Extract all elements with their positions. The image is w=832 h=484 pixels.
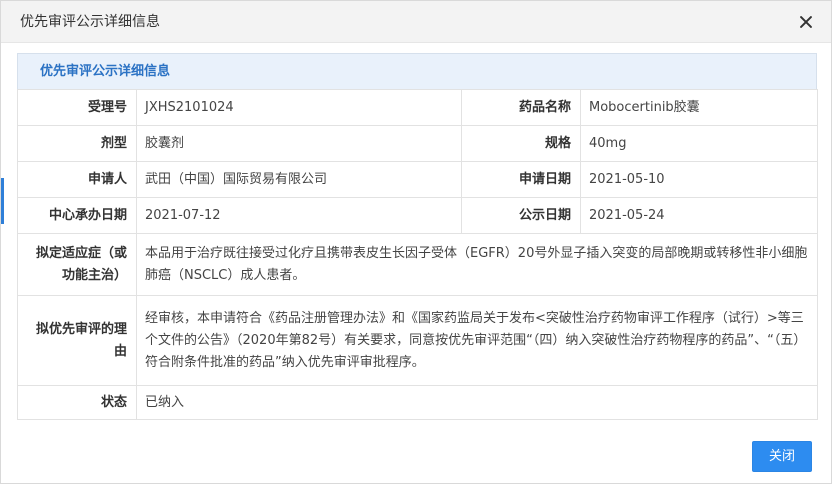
table-row: 状态 已纳入 — [17, 385, 818, 420]
close-button[interactable]: 关闭 — [752, 441, 812, 472]
table-row: 剂型 胶囊剂 规格 40mg — [17, 125, 818, 162]
value-applicant: 武田（中国）国际贸易有限公司 — [136, 161, 462, 198]
value-dosage-form: 胶囊剂 — [136, 125, 462, 162]
value-center-date: 2021-07-12 — [136, 197, 462, 234]
value-spec: 40mg — [580, 125, 818, 162]
label-applicant: 申请人 — [17, 161, 137, 198]
label-apply-date: 申请日期 — [461, 161, 581, 198]
value-reason: 经审核，本申请符合《药品注册管理办法》和《国家药监局关于发布<突破性治疗药物审评… — [136, 295, 818, 386]
label-publish-date: 公示日期 — [461, 197, 581, 234]
value-status: 已纳入 — [136, 385, 818, 420]
info-table: 受理号 JXHS2101024 药品名称 Mobocertinib胶囊 剂型 胶… — [17, 89, 818, 420]
value-apply-date: 2021-05-10 — [580, 161, 818, 198]
label-reason: 拟优先审评的理由 — [17, 295, 137, 386]
dialog-header: 优先审评公示详细信息 — [1, 1, 831, 43]
table-row: 拟优先审评的理由 经审核，本申请符合《药品注册管理办法》和《国家药监局关于发布<… — [17, 295, 818, 386]
table-row: 拟定适应症（或功能主治） 本品用于治疗既往接受过化疗且携带表皮生长因子受体（EG… — [17, 233, 818, 296]
label-dosage-form: 剂型 — [17, 125, 137, 162]
table-row: 中心承办日期 2021-07-12 公示日期 2021-05-24 — [17, 197, 818, 234]
table-row: 申请人 武田（中国）国际贸易有限公司 申请日期 2021-05-10 — [17, 161, 818, 198]
detail-content: 优先审评公示详细信息 受理号 JXHS2101024 药品名称 Mobocert… — [17, 53, 818, 420]
dialog-title: 优先审评公示详细信息 — [20, 14, 160, 30]
detail-dialog: 优先审评公示详细信息 优先审评公示详细信息 受理号 JXHS2101024 药品… — [0, 0, 832, 484]
label-drug-name: 药品名称 — [461, 89, 581, 126]
value-drug-name: Mobocertinib胶囊 — [580, 89, 818, 126]
value-acceptance-no: JXHS2101024 — [136, 89, 462, 126]
table-row: 受理号 JXHS2101024 药品名称 Mobocertinib胶囊 — [17, 89, 818, 126]
label-acceptance-no: 受理号 — [17, 89, 137, 126]
value-publish-date: 2021-05-24 — [580, 197, 818, 234]
label-status: 状态 — [17, 385, 137, 420]
left-accent-bar — [1, 178, 4, 224]
value-indication: 本品用于治疗既往接受过化疗且携带表皮生长因子受体（EGFR）20号外显子插入突变… — [136, 233, 818, 296]
section-title: 优先审评公示详细信息 — [17, 53, 817, 89]
label-indication: 拟定适应症（或功能主治） — [17, 233, 137, 296]
label-center-date: 中心承办日期 — [17, 197, 137, 234]
label-spec: 规格 — [461, 125, 581, 162]
close-icon[interactable] — [797, 13, 815, 31]
